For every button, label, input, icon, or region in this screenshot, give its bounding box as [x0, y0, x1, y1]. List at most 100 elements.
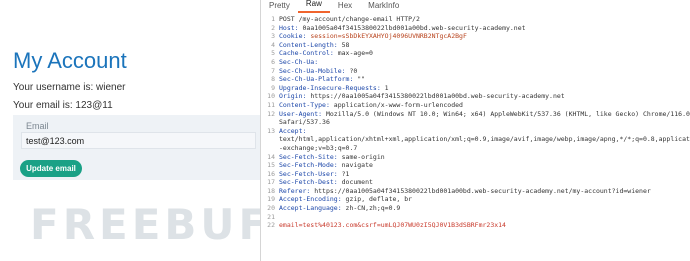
request-line: 7 Sec-Ch-Ua-Mobile: ?0	[261, 67, 690, 76]
line-text: Sec-Fetch-Site: same-origin	[279, 153, 690, 162]
line-number: 2	[271, 23, 275, 32]
line-text: Sec-Fetch-Mode: navigate	[279, 161, 690, 170]
tab-raw[interactable]: Raw	[297, 0, 330, 13]
request-line: 11 Content-Type: application/x-www-form-u…	[261, 101, 690, 110]
tab-markinfo[interactable]: MarkInfo	[360, 0, 407, 13]
line-number	[261, 144, 279, 153]
tab-hex[interactable]: Hex	[330, 0, 360, 13]
line-number: 10	[267, 92, 275, 101]
line-text: Content-Length: 58	[279, 41, 690, 50]
header-value: email=test%40123.com&csrf=umLQJ07WU0zI5Q…	[279, 221, 506, 230]
account-page: My Account Your username is: wiener Your…	[0, 0, 267, 261]
email-info: Your email is: 123@11	[13, 100, 113, 111]
watermark-logo: FREEBUF	[30, 200, 272, 249]
header-name: Sec-Ch-Ua-Platform:	[279, 75, 354, 84]
request-line: 2 Host: 0aa1005a04f3415380022lbd001a00bd.…	[261, 24, 690, 33]
request-line: text/html,application/xhtml+xml,applicat…	[261, 135, 690, 144]
request-line: 5 Cache-Control: max-age=0	[261, 49, 690, 58]
header-name: Origin:	[279, 92, 307, 101]
header-name: Sec-Fetch-User:	[279, 169, 338, 178]
line-number: 4	[271, 40, 275, 49]
line-text: email=test%40123.com&csrf=umLQJ07WU0zI5Q…	[279, 221, 690, 230]
line-number: 7	[271, 66, 275, 75]
request-line: 14 Sec-Fetch-Site: same-origin	[261, 153, 690, 162]
header-value: https://0aa1005a04f3415380022lbd001a00bd…	[306, 92, 565, 101]
request-line: 17 Sec-Fetch-Dest: document	[261, 178, 690, 187]
header-value: text/html,application/xhtml+xml,applicat…	[279, 135, 690, 144]
line-number: 1	[271, 15, 275, 23]
header-value: POST /my-account/change-email HTTP/2	[279, 15, 420, 23]
email-label: Email	[26, 121, 49, 131]
header-value: gzip, deflate, br	[341, 195, 413, 204]
line-number: 22	[267, 221, 275, 230]
line-number: 12	[267, 109, 275, 118]
line-number: 15	[267, 161, 275, 170]
header-name: Referer:	[279, 186, 311, 195]
line-number	[261, 135, 279, 144]
header-name: Accept-Encoding:	[279, 195, 342, 204]
request-code[interactable]: 1 POST /my-account/change-email HTTP/2 2 Ho…	[261, 15, 690, 230]
line-text: Sec-Ch-Ua-Mobile: ?0	[279, 67, 690, 76]
header-value: document	[337, 178, 373, 187]
line-number: 11	[267, 100, 275, 109]
line-text: Accept-Language: zh-CN,zh;q=0.9	[279, 204, 690, 213]
line-text: User-Agent: Mozilla/5.0 (Windows NT 10.0…	[279, 110, 690, 119]
request-line: 9 Upgrade-Insecure-Requests: 1	[261, 84, 690, 93]
line-text: Cookie: session=sSbDkEYXAHYOj4096UVNRB2N…	[279, 32, 690, 41]
request-line: Safari/537.36	[261, 118, 690, 127]
line-text: Content-Type: application/x-www-form-url…	[279, 101, 690, 110]
header-name: Content-Type:	[279, 100, 330, 109]
line-number: 3	[271, 32, 275, 41]
request-line: 13 Accept:	[261, 127, 690, 136]
request-line: 19 Accept-Encoding: gzip, deflate, br	[261, 195, 690, 204]
request-line: 15 Sec-Fetch-Mode: navigate	[261, 161, 690, 170]
header-value: 0aa1005a04f3415380022lbd001a00bd.web-sec…	[298, 23, 526, 32]
line-text: Sec-Fetch-Dest: document	[279, 178, 690, 187]
header-value: -exchange;v=b3;q=0.7	[279, 143, 358, 152]
email-input[interactable]	[21, 132, 256, 149]
line-number: 8	[271, 75, 275, 84]
line-text: Upgrade-Insecure-Requests: 1	[279, 84, 690, 93]
request-line: 20 Accept-Language: zh-CN,zh;q=0.9	[261, 204, 690, 213]
line-text: POST /my-account/change-email HTTP/2	[279, 15, 690, 24]
header-value: ?1	[337, 169, 350, 178]
line-text: Sec-Fetch-User: ?1	[279, 170, 690, 179]
line-text: Accept:	[279, 127, 690, 136]
header-name: Accept:	[279, 126, 307, 135]
update-email-button[interactable]: Update email	[20, 160, 82, 177]
viewer-tabs: Pretty Raw Hex MarkInfo	[261, 0, 690, 13]
header-name: Sec-Ch-Ua:	[279, 57, 319, 66]
tab-pretty[interactable]: Pretty	[261, 0, 298, 13]
header-value: same-origin	[337, 152, 385, 161]
line-number: 9	[271, 83, 275, 92]
line-text: Referer: https://0aa1005a04f3415380022lb…	[279, 187, 690, 196]
line-text: Host: 0aa1005a04f3415380022lbd001a00bd.w…	[279, 24, 690, 33]
request-line: 22 email=test%40123.com&csrf=umLQJ07WU0zI…	[261, 221, 690, 230]
line-number: 13	[267, 126, 275, 135]
header-value: Safari/537.36	[279, 118, 330, 127]
header-value: application/x-www-form-urlencoded	[329, 100, 463, 109]
header-value: session=sSbDkEYXAHYOj4096UVNRB2NTgcA2BgF	[306, 32, 467, 41]
header-value: ""	[353, 75, 366, 84]
line-text: text/html,application/xhtml+xml,applicat…	[279, 135, 690, 144]
request-line: 12 User-Agent: Mozilla/5.0 (Windows NT 10…	[261, 110, 690, 119]
header-value: navigate	[337, 161, 373, 170]
line-number: 6	[271, 57, 275, 66]
header-name: Sec-Fetch-Dest:	[279, 178, 338, 187]
line-number: 18	[267, 186, 275, 195]
request-line: 18 Referer: https://0aa1005a04f3415380022…	[261, 187, 690, 196]
header-name: Accept-Language:	[279, 204, 342, 213]
request-line: 10 Origin: https://0aa1005a04f3415380022l…	[261, 92, 690, 101]
header-value: zh-CN,zh;q=0.9	[341, 204, 401, 213]
header-name: User-Agent:	[279, 109, 323, 118]
request-line: 4 Content-Length: 58	[261, 41, 690, 50]
line-text: Origin: https://0aa1005a04f3415380022lbd…	[279, 92, 690, 101]
request-line: -exchange;v=b3;q=0.7	[261, 144, 690, 153]
line-number: 14	[267, 152, 275, 161]
request-line: 1 POST /my-account/change-email HTTP/2	[261, 15, 690, 24]
request-line: 6 Sec-Ch-Ua:	[261, 58, 690, 67]
header-name: Sec-Ch-Ua-Mobile:	[279, 66, 346, 75]
page-title: My Account	[13, 48, 127, 73]
line-text: Sec-Ch-Ua-Platform: ""	[279, 75, 690, 84]
header-value: 58	[337, 40, 350, 49]
